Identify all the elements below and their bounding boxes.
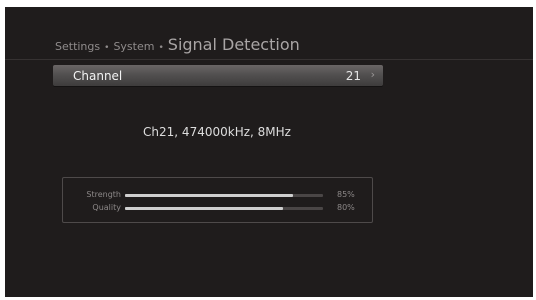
- header-divider: [5, 59, 533, 60]
- strength-bar-fill: [125, 194, 294, 197]
- breadcrumb-separator: •: [104, 43, 110, 53]
- page-title: Signal Detection: [167, 35, 300, 54]
- breadcrumb-settings[interactable]: Settings: [55, 40, 100, 53]
- quality-bar-fill: [125, 207, 284, 210]
- strength-bar: [125, 194, 323, 197]
- quality-percent: 80%: [337, 203, 355, 212]
- strength-label: Strength: [86, 190, 121, 199]
- channel-info: Ch21, 474000kHz, 8MHz: [143, 125, 291, 139]
- breadcrumb-system[interactable]: System: [113, 40, 154, 53]
- breadcrumb: Settings • System • Signal Detection: [55, 35, 300, 59]
- breadcrumb-separator: •: [158, 43, 164, 53]
- tv-screen: Settings • System • Signal Detection Cha…: [5, 7, 533, 297]
- channel-selector[interactable]: Channel 21 ›: [53, 65, 383, 86]
- strength-row: Strength 85%: [63, 190, 374, 201]
- strength-percent: 85%: [337, 190, 355, 199]
- quality-bar: [125, 207, 323, 210]
- channel-label: Channel: [73, 69, 123, 83]
- signal-panel: Strength 85% Quality 80%: [62, 177, 373, 223]
- channel-value: 21: [345, 69, 361, 83]
- quality-row: Quality 80%: [63, 203, 374, 214]
- chevron-right-icon[interactable]: ›: [371, 68, 375, 81]
- quality-label: Quality: [92, 203, 121, 212]
